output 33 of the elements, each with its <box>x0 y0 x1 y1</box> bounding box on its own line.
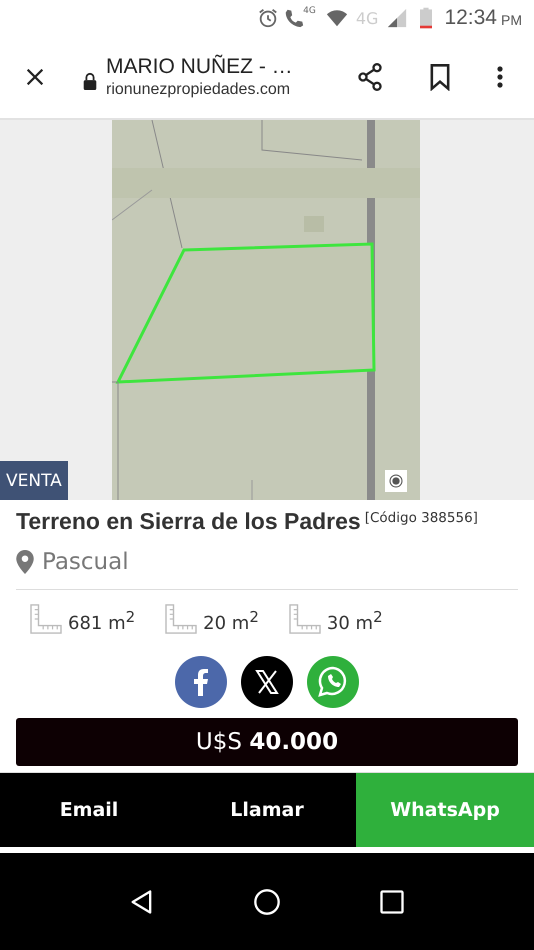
call-network-label: 4G <box>303 6 316 16</box>
area-value: 30 m$^{2}$ <box>326 608 383 634</box>
sale-badge: VENTA <box>0 461 68 500</box>
facebook-icon[interactable] <box>175 656 227 708</box>
lock-icon <box>82 72 98 90</box>
ruler-icon <box>165 604 198 634</box>
alarm-clock-icon <box>257 7 280 29</box>
wifi-icon <box>326 7 348 29</box>
x-logo-icon[interactable] <box>241 656 293 708</box>
locate-icon[interactable] <box>385 470 407 492</box>
close-icon[interactable] <box>24 66 46 88</box>
location-pin-icon <box>16 550 34 574</box>
ruler-icon <box>288 604 321 634</box>
battery-icon <box>420 7 432 29</box>
area-value: 20 m$^{2}$ <box>203 608 259 634</box>
location-label: Pascual <box>42 549 129 575</box>
ruler-icon <box>30 604 62 634</box>
recents-icon[interactable] <box>378 888 406 916</box>
share-icon[interactable] <box>356 63 384 91</box>
clock-time: 12:34 <box>444 6 497 30</box>
page-title: MARIO NUÑEZ - … <box>106 55 294 79</box>
whatsapp-icon[interactable] <box>307 656 359 708</box>
listing-title: Terreno en Sierra de los Padres <box>16 508 361 535</box>
price-bar: U$S 40.000 <box>16 718 518 766</box>
contact-button[interactable]: Email <box>0 773 178 847</box>
contact-button[interactable]: Llamar <box>178 773 356 847</box>
phone-icon <box>283 7 306 29</box>
signal-icon <box>386 7 408 29</box>
home-icon[interactable] <box>252 888 281 916</box>
clock-period: PM <box>501 12 522 28</box>
area-value: 681 m$^{2}$ <box>68 608 136 634</box>
page-url: rionunezpropiedades.com <box>106 81 292 99</box>
listing-code: [Código 388556] <box>364 510 478 526</box>
